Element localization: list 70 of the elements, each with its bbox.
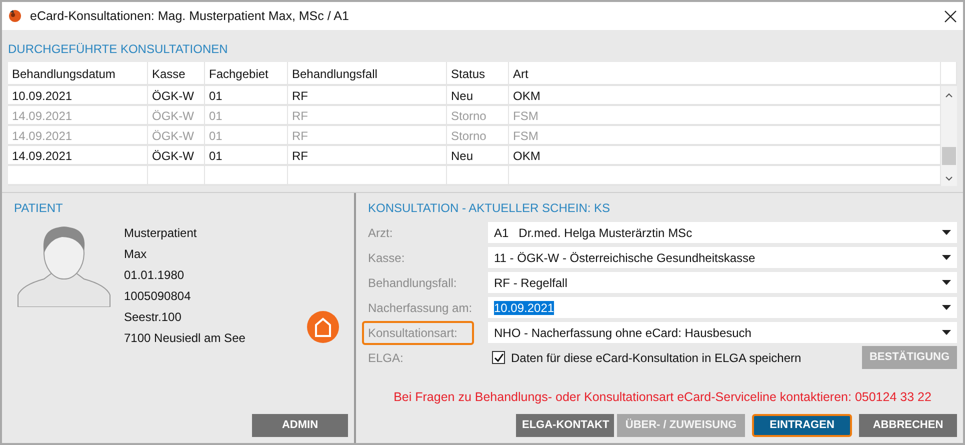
table-cell: ÖGK-W (148, 106, 205, 126)
patient-detail: Max (124, 246, 148, 263)
dropdown-arrow-icon (942, 255, 951, 260)
scroll-up-icon[interactable] (945, 92, 953, 98)
field-label: Kasse: (367, 250, 406, 266)
window-title: eCard-Konsultationen: Mag. Musterpatient Max, MSc / A1 (30, 8, 350, 25)
table-cell: RF (288, 126, 447, 146)
patient-detail: Seestr.100 (124, 309, 182, 326)
field-label: Nacherfassung am: (367, 300, 474, 316)
checkbox[interactable] (492, 351, 505, 364)
table-cell: ÖGK-W (148, 146, 205, 166)
table-cell: RF (288, 146, 447, 166)
column-header: Status (447, 62, 509, 86)
patient-detail: Musterpatient (124, 225, 198, 242)
dropdown-arrow-icon (942, 305, 951, 310)
table-cell: 14.09.2021 (8, 126, 148, 146)
table-cell: Storno (447, 126, 509, 146)
table-cell: ÖGK-W (148, 86, 205, 106)
column-header: Behandlungsdatum (8, 62, 148, 86)
field-label: Arzt: (367, 224, 394, 242)
patient-detail: 1005090804 (124, 288, 192, 305)
table-cell: FSM (509, 106, 941, 126)
dropdown-arrow-icon (942, 230, 951, 235)
column-header: Behandlungsfall (288, 62, 447, 86)
dropdown-field[interactable]: A1 Dr.med. Helga Musterärztin MSc (488, 222, 957, 243)
action-button[interactable]: ELGA-KONTAKT (516, 414, 614, 437)
home-icon[interactable] (307, 311, 339, 343)
app-logo-icon (8, 9, 22, 23)
field-label: Konsultationsart: (362, 320, 474, 344)
table-cell: 01 (205, 126, 288, 146)
scroll-down-icon[interactable] (945, 176, 953, 182)
action-button[interactable]: EINTRAGEN (752, 414, 852, 437)
table-cell: 01 (205, 106, 288, 126)
action-button[interactable]: ABBRECHEN (859, 414, 957, 437)
table-cell: Neu (447, 86, 509, 106)
patient-detail: 01.01.1980 (124, 267, 186, 284)
warning-message: Bei Fragen zu Behandlungs- oder Konsultationsart eCard-Serviceline kontaktieren: 050124 33 22 (392, 389, 932, 406)
dropdown-arrow-icon (942, 330, 951, 335)
dropdown-field[interactable]: 11 - ÖGK-W - Österreichische Gesundheitskasse (488, 247, 957, 268)
table-cell: RF (288, 86, 447, 106)
checkbox-label: Daten für diese eCard-Konsultation in ELGA speichern (511, 350, 802, 366)
dropdown-field[interactable]: NHO - Nacherfassung ohne eCard: Hausbesuch (488, 322, 957, 343)
scrollbar[interactable] (941, 86, 957, 186)
column-header: Art (509, 62, 941, 86)
scrollbar-thumb[interactable] (942, 147, 956, 165)
table-cell: OKM (509, 86, 941, 106)
section-heading: KONSULTATION - AKTUELLER SCHEIN: KS (368, 200, 612, 217)
table-cell: 01 (205, 86, 288, 106)
dropdown-field[interactable]: 10.09.2021 (488, 297, 957, 318)
dropdown-field[interactable]: RF - Regelfall (488, 272, 957, 293)
column-header: Fachgebiet (205, 62, 288, 86)
column-header: Kasse (148, 62, 205, 86)
table-cell: Neu (447, 146, 509, 166)
dropdown-arrow-icon (942, 280, 951, 285)
table-cell: FSM (509, 126, 941, 146)
section-heading: PATIENT (14, 200, 64, 217)
field-label: Behandlungsfall: (367, 274, 458, 292)
patient-detail: 7100 Neusiedl am See (124, 330, 246, 347)
action-button[interactable]: ADMIN (252, 414, 348, 437)
table-cell: ÖGK-W (148, 126, 205, 146)
close-button[interactable] (944, 9, 957, 23)
table-cell: 14.09.2021 (8, 146, 148, 166)
table-cell: OKM (509, 146, 941, 166)
field-label: ELGA: (367, 350, 404, 366)
table-cell: 01 (205, 146, 288, 166)
section-heading: DURCHGEFÜHRTE KONSULTATIONEN (8, 41, 229, 58)
table-cell: 10.09.2021 (8, 86, 148, 106)
table-cell: RF (288, 106, 447, 126)
table-cell: 14.09.2021 (8, 106, 148, 126)
table-cell: Storno (447, 106, 509, 126)
